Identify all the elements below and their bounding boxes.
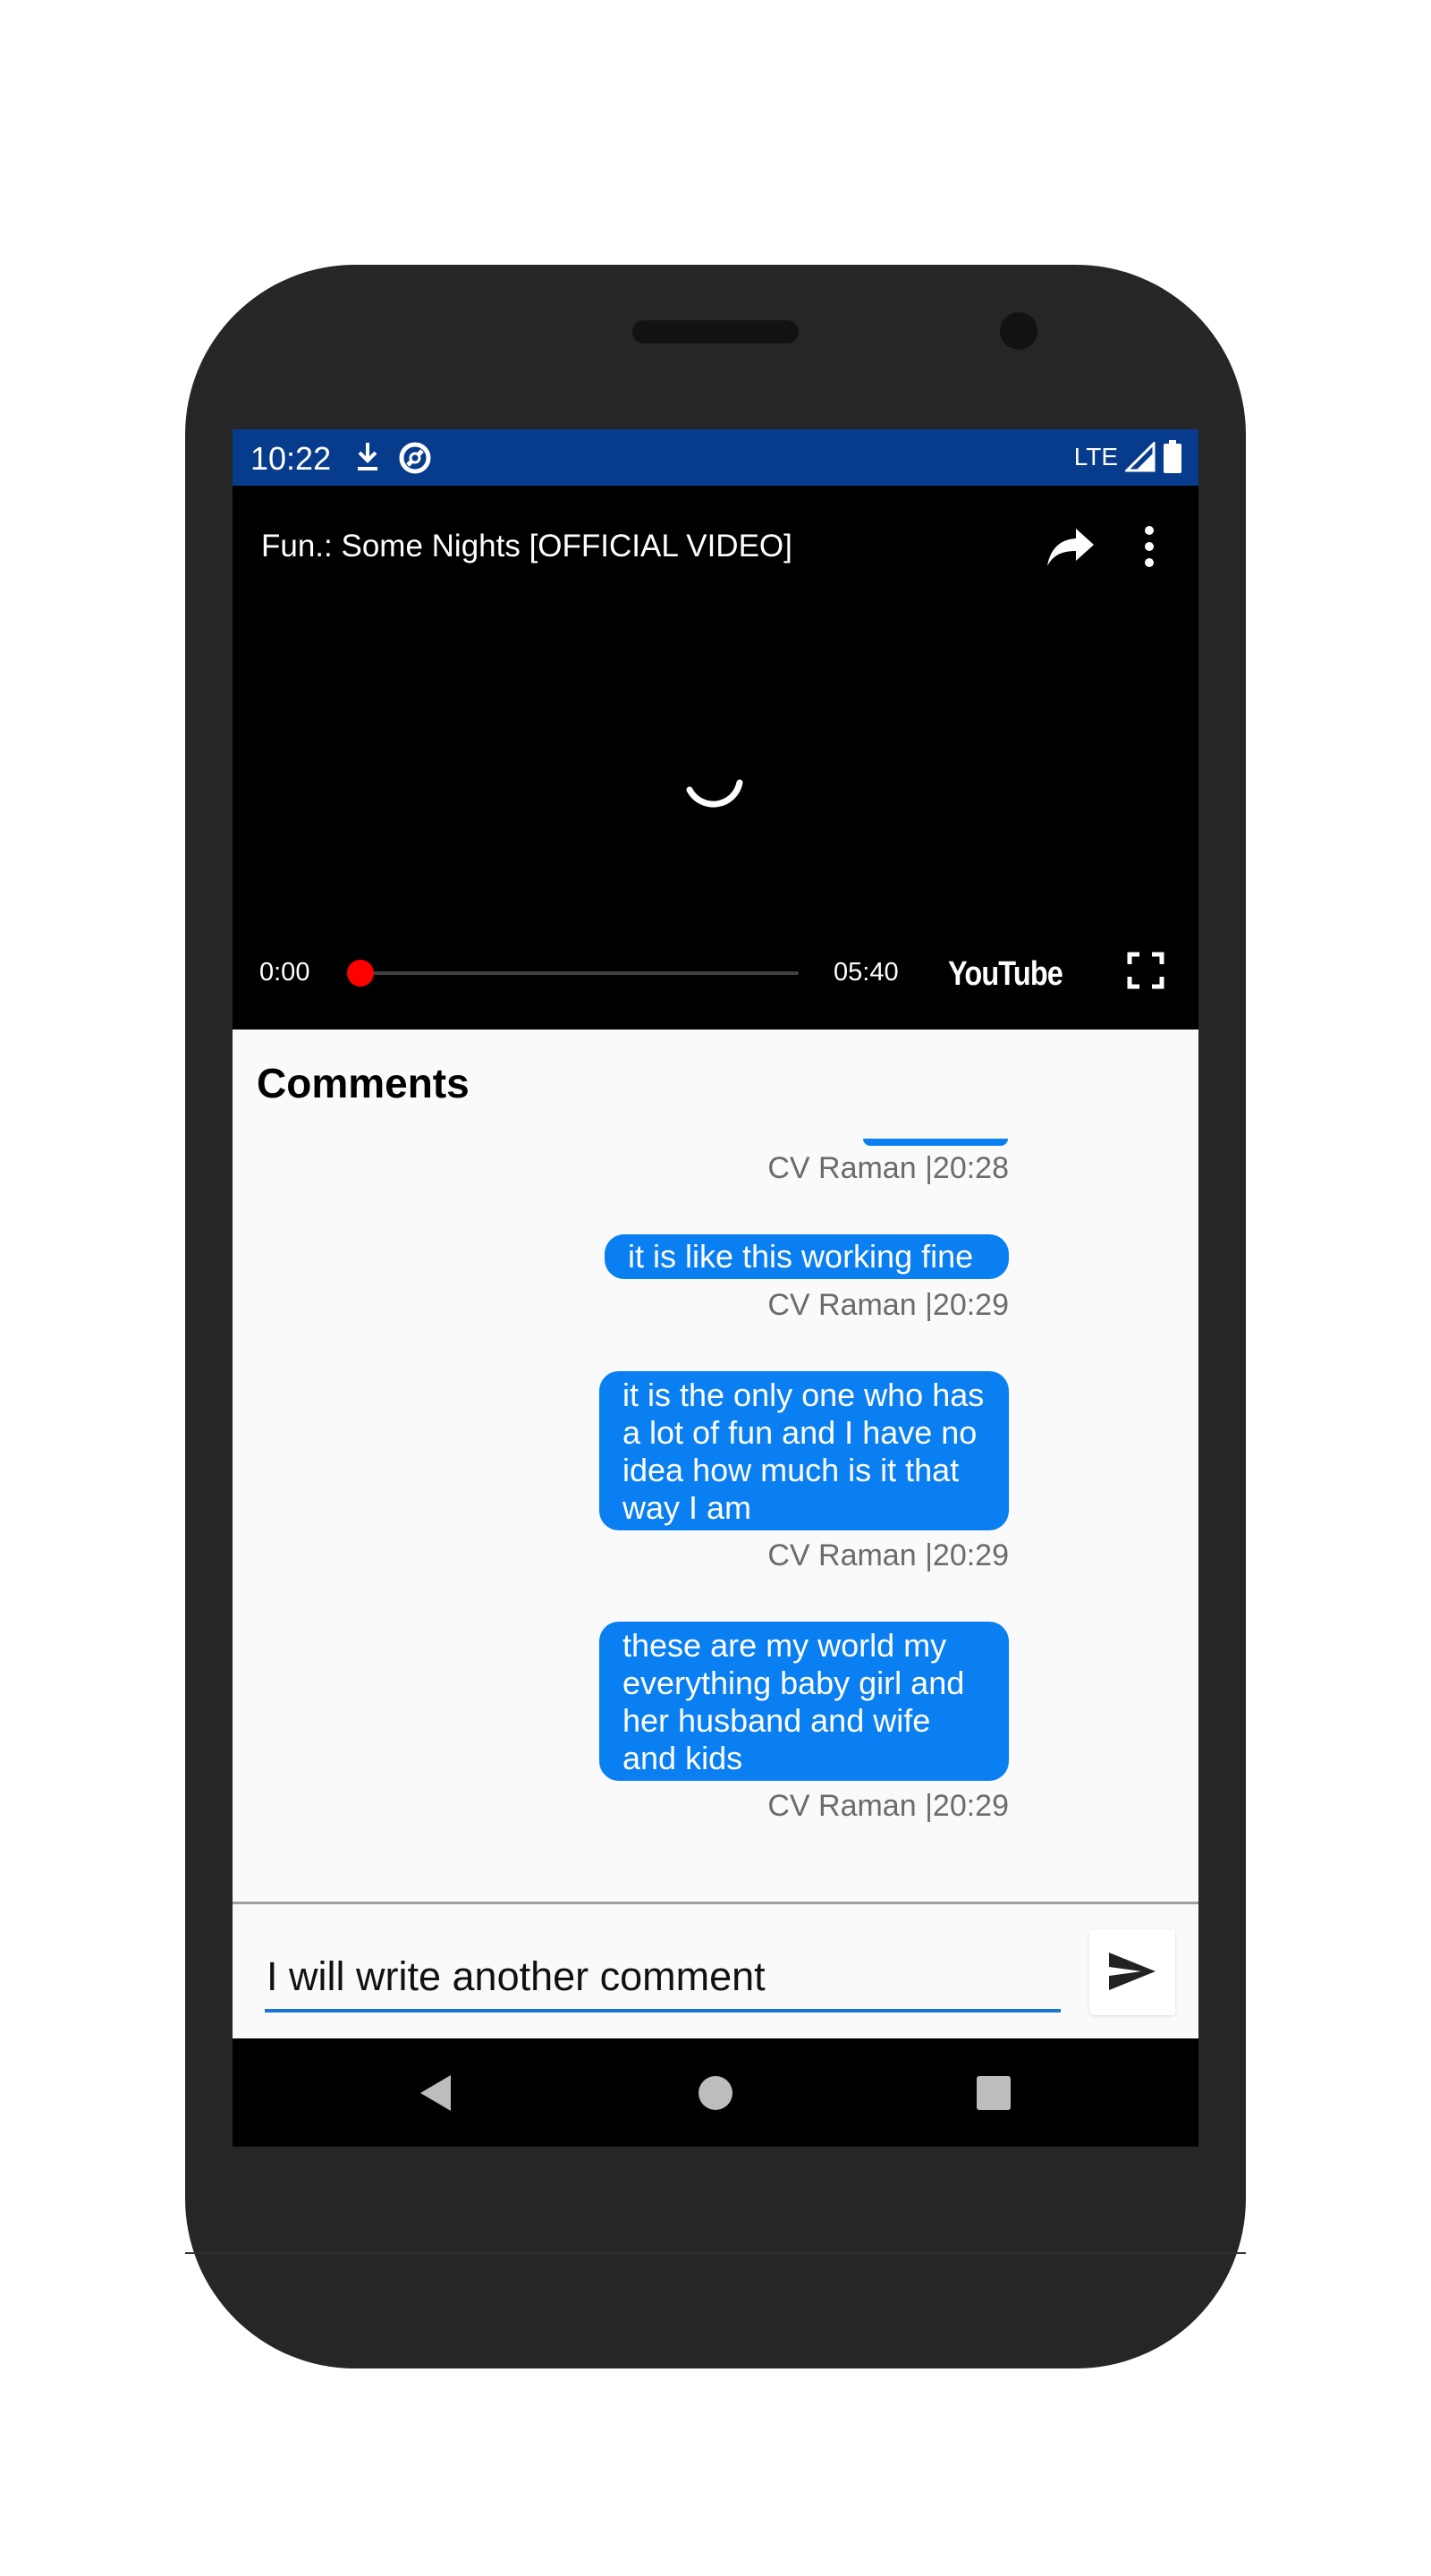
fullscreen-icon[interactable] (1127, 952, 1164, 989)
comment-bubble: it is like this working fine (605, 1234, 1009, 1279)
recents-icon[interactable] (971, 2071, 1016, 2115)
battery-icon (1164, 440, 1181, 473)
earpiece-speaker (632, 320, 799, 343)
phone-divider (185, 2252, 1246, 2254)
video-player[interactable]: Fun.: Some Nights [OFFICIAL VIDEO] 0:00 … (233, 486, 1198, 1030)
home-icon[interactable] (693, 2071, 738, 2115)
video-title: Fun.: Some Nights [OFFICIAL VIDEO] (261, 529, 792, 564)
current-time: 0:00 (259, 958, 310, 987)
download-icon (358, 443, 377, 470)
sync-icon (399, 442, 431, 474)
signal-icon (1125, 442, 1156, 472)
seek-bar[interactable] (360, 971, 799, 975)
comment-meta: CV Raman |20:29 (767, 1538, 1009, 1572)
status-right-group: LTE (1074, 438, 1182, 476)
status-bar: 10:22 LTE (233, 429, 1198, 486)
comment-composer (233, 1904, 1198, 2038)
comments-heading: Comments (257, 1060, 470, 1106)
navigation-bar (233, 2038, 1198, 2147)
more-vert-icon[interactable] (1136, 521, 1163, 572)
network-type: LTE (1073, 443, 1118, 470)
status-time: 10:22 (250, 440, 332, 477)
comment-bubble: it is the only one who has a lot of fun … (599, 1371, 1009, 1530)
seek-thumb[interactable] (347, 960, 374, 987)
send-button[interactable] (1089, 1929, 1175, 2015)
share-icon[interactable] (1044, 521, 1097, 572)
comment-input[interactable] (265, 1945, 1061, 2012)
front-camera (1000, 312, 1037, 350)
youtube-logo-text: YouTube (948, 955, 1063, 993)
back-icon[interactable] (415, 2071, 460, 2115)
comment-meta: CV Raman |20:29 (767, 1789, 1009, 1823)
youtube-logo[interactable]: YouTube (948, 949, 1064, 996)
comment-bubble-partial (863, 1139, 1008, 1146)
app-screen: 10:22 LTE Fun.: Some Nights [OFFICIAL VI… (233, 429, 1198, 2147)
video-duration: 05:40 (834, 958, 899, 987)
loading-spinner-icon (686, 779, 743, 808)
comment-bubble: these are my world my everything baby gi… (599, 1622, 1009, 1781)
comment-meta: CV Raman |20:28 (767, 1151, 1009, 1185)
send-icon (1109, 1952, 1156, 1990)
comment-meta: CV Raman |20:29 (767, 1288, 1009, 1322)
